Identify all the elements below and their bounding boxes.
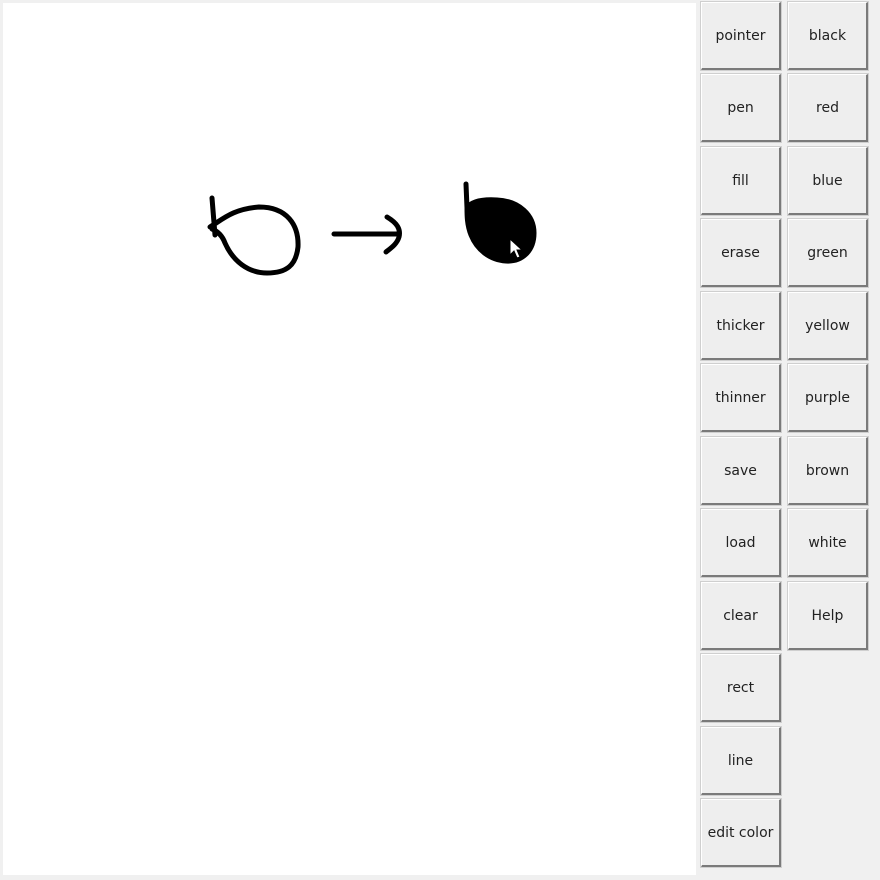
color-blue-button[interactable]: blue: [787, 146, 869, 216]
color-brown-button[interactable]: brown: [787, 436, 869, 506]
drawing-canvas[interactable]: [3, 3, 696, 875]
edit-color-button[interactable]: edit color: [700, 798, 782, 868]
fill-button[interactable]: fill: [700, 146, 782, 216]
color-purple-button[interactable]: purple: [787, 363, 869, 433]
color-red-button[interactable]: red: [787, 73, 869, 143]
color-black-button[interactable]: black: [787, 1, 869, 71]
drawn-loop-stroke: [207, 195, 301, 276]
drawn-arrow-stroke: [331, 214, 402, 255]
color-white-button[interactable]: white: [787, 508, 869, 578]
line-button[interactable]: line: [700, 726, 782, 796]
color-green-button[interactable]: green: [787, 218, 869, 288]
rect-button[interactable]: rect: [700, 653, 782, 723]
thinner-button[interactable]: thinner: [700, 363, 782, 433]
help-button[interactable]: Help: [787, 581, 869, 651]
load-button[interactable]: load: [700, 508, 782, 578]
paint-app-window: pointer pen fill erase thicker thinner s…: [0, 0, 880, 880]
pointer-button[interactable]: pointer: [700, 1, 782, 71]
color-yellow-button[interactable]: yellow: [787, 291, 869, 361]
clear-button[interactable]: clear: [700, 581, 782, 651]
drawn-filled-loop: [463, 181, 537, 264]
erase-button[interactable]: erase: [700, 218, 782, 288]
thicker-button[interactable]: thicker: [700, 291, 782, 361]
canvas-drawing: [207, 181, 537, 276]
save-button[interactable]: save: [700, 436, 782, 506]
pen-button[interactable]: pen: [700, 73, 782, 143]
